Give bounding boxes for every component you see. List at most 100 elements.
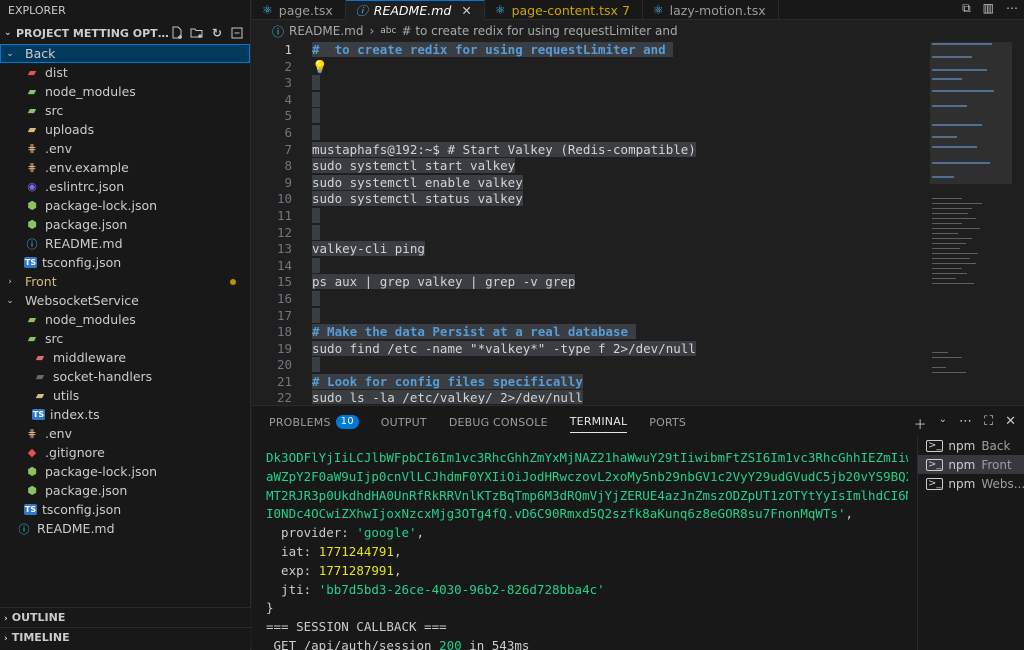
react-icon: ⚛	[262, 3, 273, 17]
folder-icon	[16, 293, 20, 309]
tree-item[interactable]: ⓘ README.md	[0, 234, 250, 253]
code-line[interactable]: 13 valkey-cli ping	[252, 241, 922, 258]
git-icon: ◆	[27, 446, 37, 459]
terminal-text: }	[266, 600, 274, 616]
split-editor-icon[interactable]: ▥	[983, 1, 994, 16]
string-symbol-icon: abc	[380, 26, 397, 36]
close-icon[interactable]: ✕	[461, 3, 471, 18]
code-line[interactable]: 7 mustaphafs@192:~$ # Start Valkey (Redis…	[252, 141, 922, 159]
code-line[interactable]: 9 sudo systemctl enable valkey	[252, 174, 922, 192]
tree-item[interactable]: ▰ node_modules	[0, 82, 250, 101]
code-line[interactable]: 15 ps aux | grep valkey | grep -v grep	[252, 274, 922, 291]
line-text: sudo ls -la /etc/valkey/ 2>/dev/null	[312, 390, 583, 404]
tree-item[interactable]: ⋕ .env	[0, 139, 250, 158]
terminal-instance[interactable]: >_ npm Front	[918, 455, 1024, 474]
node-icon: ⬢	[27, 218, 37, 231]
code-line[interactable]: 4	[252, 91, 922, 109]
code-line[interactable]: 11	[252, 207, 922, 225]
outline-section[interactable]: › OUTLINE	[0, 607, 251, 627]
tab-page-content-tsx[interactable]: ⚛ page-content.tsx 7	[485, 0, 643, 20]
code-line[interactable]: 1 # to create redix for using requestLimi…	[252, 42, 922, 59]
tree-item[interactable]: ▰ socket-handlers	[0, 367, 250, 386]
tree-item[interactable]: › Front	[0, 272, 250, 291]
maximize-panel-icon[interactable]: ⛶	[984, 414, 993, 433]
panel-tab-problems[interactable]: PROBLEMS 10	[269, 406, 359, 438]
code-line[interactable]: 19 sudo find /etc -name "*valkey*" -type …	[252, 340, 922, 358]
tree-item[interactable]: TS index.ts	[0, 405, 250, 424]
panel-tab-debug-console[interactable]: DEBUG CONSOLE	[449, 406, 548, 438]
terminal-instance[interactable]: >_ npm Back	[918, 436, 1024, 455]
chevron-down-icon[interactable]: ⌄	[939, 414, 947, 433]
code-line[interactable]: 6	[252, 124, 922, 142]
tree-item[interactable]: TS tsconfig.json	[0, 500, 250, 519]
tree-item[interactable]: ▰ node_modules	[0, 310, 250, 329]
tree-item[interactable]: ⬢ package-lock.json	[0, 196, 250, 215]
terminal-instance[interactable]: >_ npm Webs...	[918, 474, 1024, 493]
info-icon: ⓘ	[18, 522, 30, 536]
tree-item[interactable]: TS tsconfig.json	[0, 253, 250, 272]
tree-item[interactable]: ▰ src	[0, 329, 250, 348]
panel-tab-ports[interactable]: PORTS	[649, 406, 686, 438]
code-line[interactable]: 21 # Look for config files specifically	[252, 373, 922, 391]
breadcrumb-symbol[interactable]: # to create redix for using requestLimit…	[401, 24, 677, 38]
tree-item[interactable]: ▰ src	[0, 101, 250, 120]
code-line[interactable]: 18 # Make the data Persist at a real data…	[252, 324, 922, 341]
line-number: 18	[276, 324, 292, 340]
refresh-icon[interactable]: ↻	[210, 26, 224, 40]
line-number: 9	[284, 174, 292, 190]
code-line[interactable]: 2 💡	[252, 59, 922, 76]
tree-item-label: .eslintrc.json	[45, 179, 125, 194]
open-preview-icon[interactable]: ⧉	[962, 1, 971, 16]
line-number: 12	[276, 224, 292, 240]
timeline-section[interactable]: › TIMELINE	[0, 627, 251, 647]
code-line[interactable]: 14	[252, 257, 922, 275]
tree-item[interactable]: ⋕ .env.example	[0, 158, 250, 177]
tree-item[interactable]: ◆ .gitignore	[0, 443, 250, 462]
code-line[interactable]: 8 sudo systemctl start valkey	[252, 158, 922, 175]
terminal-line: MT2RJR3p0UkdhdHA0UnRfRkRRVnlKTzBqTmp6M3d…	[266, 487, 908, 506]
tab-lazy-motion-tsx[interactable]: ⚛ lazy-motion.tsx	[643, 0, 779, 20]
selection-gap	[312, 290, 320, 306]
project-header[interactable]: ⌄ PROJECT METTING OPTIMAZI... ↻	[0, 22, 250, 44]
tab-page-tsx[interactable]: ⚛ page.tsx	[252, 0, 346, 20]
terminal-output[interactable]: Dk3ODFlYjIiLCJlbWFpbCI6Im1vc3RhcGhhZmYxM…	[266, 449, 908, 650]
tree-item[interactable]: ▰ utils	[0, 386, 250, 405]
folder-node-icon: ▰	[27, 85, 37, 98]
new-file-icon[interactable]	[170, 26, 184, 40]
new-terminal-icon[interactable]: ＋	[914, 414, 927, 433]
code-line[interactable]: 16	[252, 290, 922, 308]
tree-item[interactable]: ⬢ package-lock.json	[0, 462, 250, 481]
tree-item[interactable]: ◉ .eslintrc.json	[0, 177, 250, 196]
more-actions-icon[interactable]: ⋯	[1006, 1, 1018, 16]
minimap[interactable]	[928, 42, 1024, 404]
more-actions-icon[interactable]: ⋯	[959, 414, 972, 433]
tree-item[interactable]: ⋕ .env	[0, 424, 250, 443]
tree-item[interactable]: ▰ uploads	[0, 120, 250, 139]
tree-item[interactable]: ⬢ package.json	[0, 481, 250, 500]
collapse-all-icon[interactable]	[230, 26, 244, 40]
code-line[interactable]: 12	[252, 224, 922, 242]
tree-item[interactable]: ▰ dist	[0, 63, 250, 82]
code-line[interactable]: 20	[252, 357, 922, 374]
panel-tab-terminal[interactable]: TERMINAL	[569, 411, 628, 433]
code-line[interactable]: 3	[252, 75, 922, 92]
tree-item[interactable]: ⬢ package.json	[0, 215, 250, 234]
code-editor[interactable]: 1 # to create redix for using requestLimi…	[252, 42, 922, 404]
lightbulb-icon[interactable]: 💡	[312, 59, 328, 74]
code-line[interactable]: 10 sudo systemctl status valkey	[252, 191, 922, 208]
tree-item[interactable]: ⌄ Back	[0, 44, 250, 63]
code-line[interactable]: 5	[252, 108, 922, 125]
tree-item-label: package-lock.json	[45, 464, 158, 479]
tree-item[interactable]: ⓘ README.md	[0, 519, 250, 538]
new-folder-icon[interactable]	[190, 26, 204, 40]
tree-item[interactable]: ⌄ WebsocketService	[0, 291, 250, 310]
tab-README-md[interactable]: ⓘ README.md ✕	[345, 0, 485, 20]
close-panel-icon[interactable]: ✕	[1005, 414, 1016, 433]
tree-item-label: package-lock.json	[45, 198, 158, 213]
code-line[interactable]: 17	[252, 307, 922, 325]
tree-item[interactable]: ▰ middleware	[0, 348, 250, 367]
editor-actions: ⧉ ▥ ⋯	[962, 1, 1018, 16]
code-line[interactable]: 22 sudo ls -la /etc/valkey/ 2>/dev/null	[252, 390, 922, 404]
panel-tab-output[interactable]: OUTPUT	[381, 406, 427, 438]
breadcrumb-file[interactable]: README.md	[289, 24, 363, 38]
